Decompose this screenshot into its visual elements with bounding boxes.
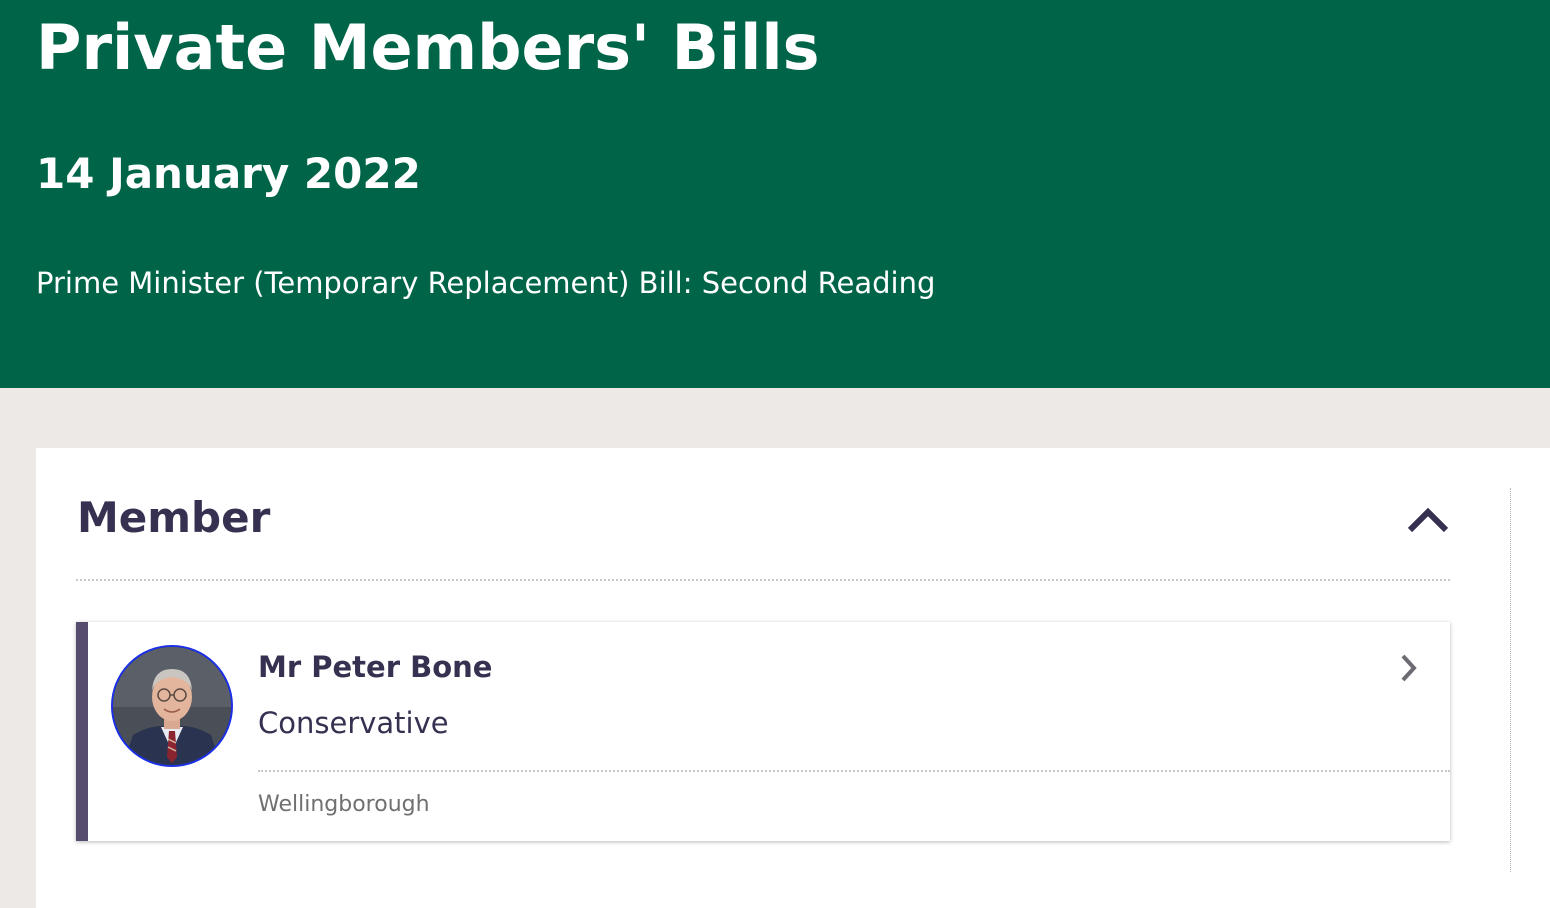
section-divider [76, 579, 1450, 581]
page-title: Private Members' Bills [36, 11, 820, 84]
page-header-banner: Private Members' Bills 14 January 2022 P… [0, 0, 1550, 388]
collapse-section-button[interactable] [1402, 500, 1454, 540]
panel-divider [1510, 488, 1511, 872]
chevron-up-icon [1407, 507, 1449, 533]
section-title: Member [77, 493, 271, 542]
party-accent-bar [76, 622, 88, 841]
debate-title: Prime Minister (Temporary Replacement) B… [36, 266, 936, 300]
card-divider [258, 770, 1450, 772]
member-constituency: Wellingborough [258, 792, 430, 817]
member-avatar [111, 645, 233, 767]
member-name: Mr Peter Bone [258, 650, 493, 684]
chevron-right-icon [1401, 654, 1417, 682]
member-card[interactable]: Mr Peter Bone Conservative Wellingboroug… [76, 622, 1450, 841]
member-party: Conservative [258, 706, 449, 740]
sitting-date: 14 January 2022 [36, 149, 421, 198]
